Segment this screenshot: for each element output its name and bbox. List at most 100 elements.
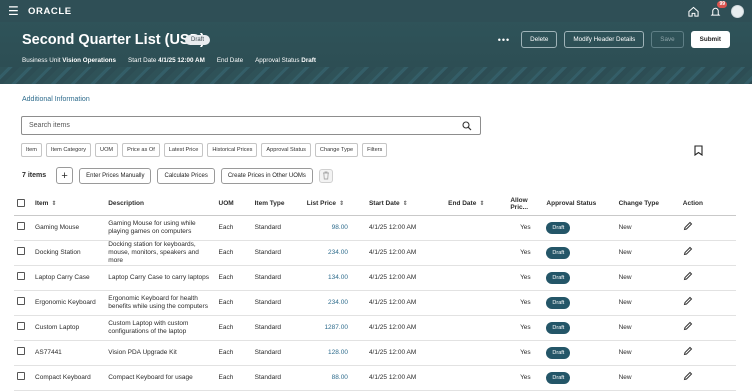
cell-change-type: New [615,265,680,291]
delete-button[interactable]: Delete [521,31,558,48]
status-badge: Draft [546,346,571,359]
row-checkbox[interactable] [17,222,25,230]
cell-list-price[interactable]: 134.00 [303,265,366,291]
cell-change-type: New [615,215,680,241]
status-badge: Draft [546,271,571,284]
sort-icon[interactable]: ⇕ [403,201,408,207]
modify-header-details-button[interactable]: Modify Header Details [564,31,645,48]
cell-change-type: New [615,365,680,391]
edit-pencil-icon[interactable] [683,321,693,333]
sort-icon[interactable]: ⇕ [339,201,344,207]
filter-chip-item-category[interactable]: Item Category [45,143,92,157]
select-all-checkbox[interactable] [17,198,25,207]
sort-icon[interactable]: ⇕ [479,201,484,207]
column-header-item[interactable]: Item ⇕ [32,193,106,216]
edit-pencil-icon[interactable] [683,271,693,283]
cell-uom: Each [215,290,252,316]
table-row[interactable]: Ergonomic Keyboard Ergonomic Keyboard for… [14,290,736,316]
cell-list-price[interactable]: 234.00 [303,290,366,316]
cell-end-date [445,315,508,341]
filter-chip-change-type[interactable]: Change Type [314,143,359,157]
cell-allow-price: Yes [507,240,544,266]
column-header-change-type: Change Type [615,193,680,216]
submit-button[interactable]: Submit [690,31,730,48]
cell-list-price[interactable]: 88.00 [303,365,366,391]
filter-chip-approval-status[interactable]: Approval Status [261,143,311,157]
meta-start-date: Start Date 4/1/25 12:00 AM [128,57,205,64]
column-header-end-date[interactable]: End Date ⇕ [445,193,508,216]
cell-item: Compact Keyboard [32,365,106,391]
cell-end-date [445,215,508,241]
cell-list-price[interactable]: 98.00 [303,215,366,241]
row-select-cell [14,340,33,366]
edit-pencil-icon[interactable] [683,296,693,308]
filter-chip-price-as-of[interactable]: Price as Of [122,143,160,157]
meta-approval-status: Approval Status Draft [255,57,316,64]
table-row[interactable]: Custom Laptop Custom Laptop with custom c… [14,315,736,341]
row-checkbox[interactable] [17,297,25,305]
global-header-actions: 99 [687,1,744,18]
cell-item: Custom Laptop [32,315,106,341]
edit-pencil-icon[interactable] [683,346,693,358]
calculate-prices-button[interactable]: Calculate Prices [157,167,215,184]
row-checkbox[interactable] [17,372,25,380]
column-header-start-date[interactable]: Start Date ⇕ [365,193,446,216]
filter-chip-uom[interactable]: UOM [95,143,119,157]
cell-list-price[interactable]: 234.00 [303,240,366,266]
row-select-cell [14,265,33,291]
search-icon[interactable] [462,121,472,133]
table-header-row: Item ⇕ Description UOM Item Type List Pri… [14,193,736,216]
cell-start-date: 4/1/25 12:00 AM [365,240,446,266]
more-actions-button[interactable]: ••• [498,35,510,45]
table-row[interactable]: Laptop Carry Case Laptop Carry Case to ca… [14,265,736,291]
create-prices-other-uoms-button[interactable]: Create Prices in Other UOMs [220,167,313,184]
notification-count-badge: 99 [717,1,727,8]
filter-chip-filters[interactable]: Filters [362,143,388,157]
filter-chip-item[interactable]: Item [21,143,42,157]
cell-item: Laptop Carry Case [32,265,106,291]
cell-change-type: New [615,315,680,341]
bookmark-icon[interactable] [694,143,703,161]
cell-list-price[interactable]: 1287.00 [303,315,366,341]
cell-item-type: Standard [251,215,304,241]
cell-approval-status: Draft [543,240,616,266]
delete-rows-button[interactable] [318,168,333,183]
cell-description: Docking station for keyboards, mouse, mo… [105,240,216,266]
trash-icon [322,171,329,180]
row-checkbox[interactable] [17,247,25,255]
cell-list-price[interactable]: 128.00 [303,340,366,366]
edit-pencil-icon[interactable] [683,371,693,383]
column-header-list-price[interactable]: List Price ⇕ [303,193,366,216]
save-button[interactable]: Save [651,31,684,48]
sort-icon[interactable]: ⇕ [51,201,56,207]
edit-pencil-icon[interactable] [683,221,693,233]
row-checkbox[interactable] [17,322,25,330]
table-row[interactable]: Docking Station Docking station for keybo… [14,240,736,266]
edit-pencil-icon[interactable] [683,246,693,258]
search-input[interactable]: Search items [21,116,481,135]
table-row[interactable]: AS77441 Vision PDA Upgrade Kit Each Standar… [14,340,736,366]
table-row[interactable]: Compact Keyboard Compact Keyboard for usa… [14,365,736,391]
filter-chip-historical-prices[interactable]: Historical Prices [207,143,258,157]
cell-action [679,315,736,341]
enter-prices-manually-button[interactable]: Enter Prices Manually [79,167,152,184]
row-checkbox[interactable] [17,272,25,280]
cell-action [679,340,736,366]
home-icon[interactable] [687,5,699,17]
add-item-button[interactable]: + [56,167,74,184]
cell-action [679,265,736,291]
row-checkbox[interactable] [17,347,25,355]
user-avatar[interactable] [731,4,744,18]
status-badge: Draft [546,221,571,234]
table-row[interactable]: Gaming Mouse Gaming Mouse for using while… [14,215,736,241]
cell-end-date [445,340,508,366]
menu-icon[interactable]: ☰ [8,4,22,18]
notifications-bell-icon[interactable]: 99 [709,1,727,17]
filter-chip-latest-price[interactable]: Latest Price [163,143,204,157]
header-meta: Business Unit Vision Operations Start Da… [22,57,316,64]
cell-description: Compact Keyboard for usage [105,365,216,391]
row-select-cell [14,290,33,316]
additional-information-link[interactable]: Additional Information [22,96,90,103]
table-toolbar: 7 items + Enter Prices Manually Calculat… [22,167,333,184]
cell-action [679,365,736,391]
